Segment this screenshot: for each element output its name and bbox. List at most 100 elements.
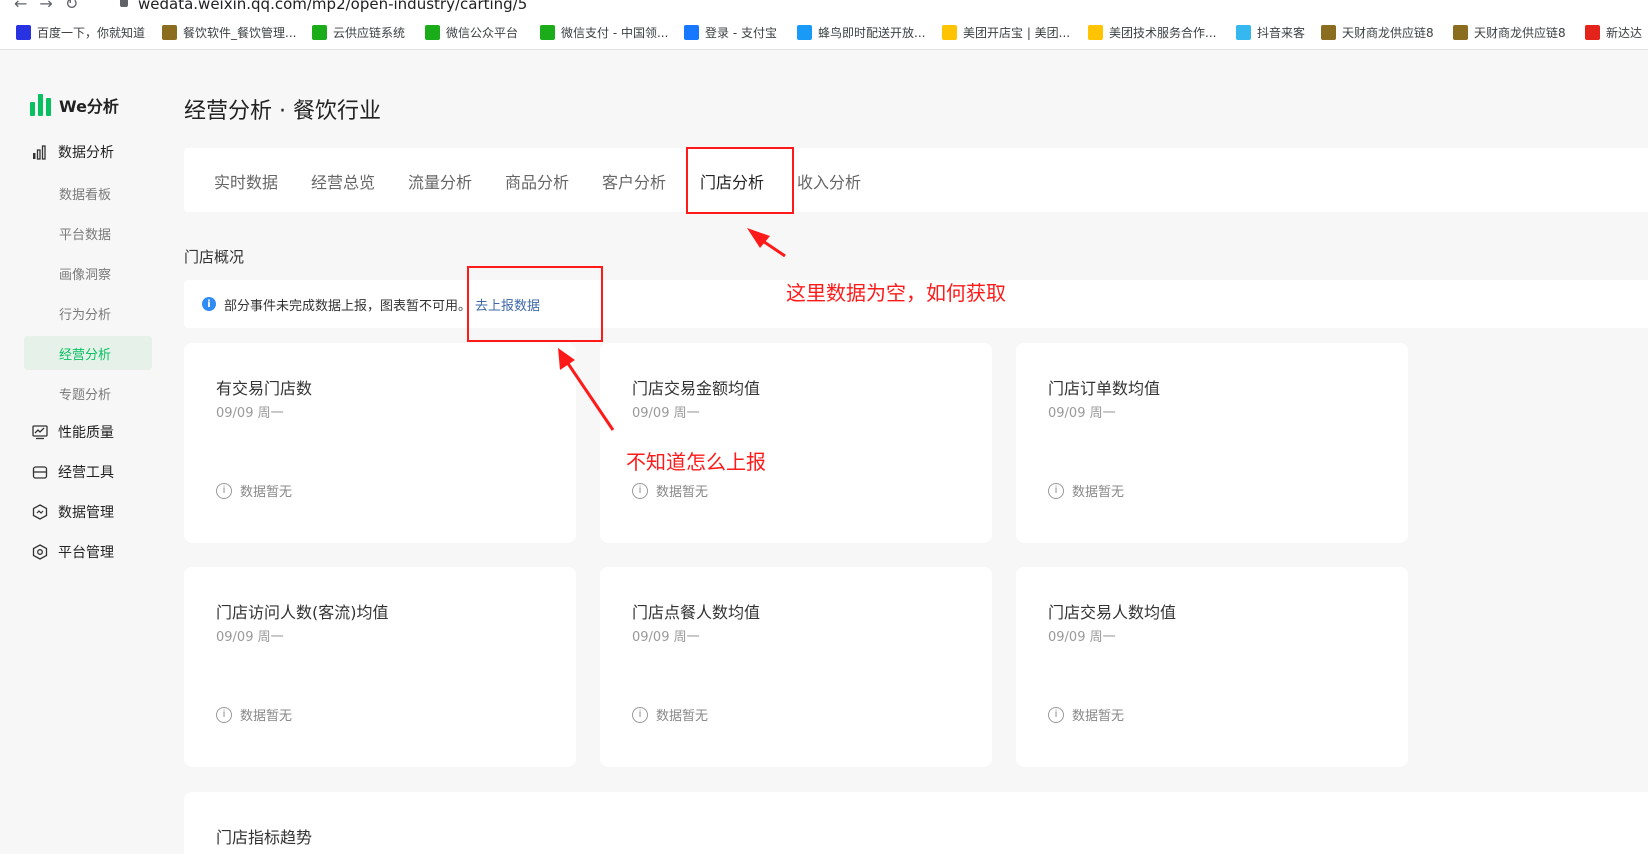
annotation-box-report-link (467, 266, 603, 342)
bookmark-label: 微信支付 - 中国领... (561, 25, 669, 40)
metric-card-date: 09/09 周一 (632, 406, 700, 421)
bookmark-item[interactable]: 餐饮软件_餐饮管理... (162, 23, 296, 41)
metric-card: 有交易门店数 09/09 周一 i 数据暂无 (184, 343, 576, 543)
info-circle-icon: i (632, 482, 648, 499)
browser-nav-icons[interactable]: ←→↻ (14, 0, 90, 13)
trend-card-title: 门店指标趋势 (216, 828, 313, 847)
douyin-icon (1236, 24, 1251, 40)
annotation-report-note: 不知道怎么上报 (626, 450, 766, 474)
annotation-arrow-tab (747, 228, 786, 258)
sidebar-item-data-analysis[interactable]: 数据分析 (24, 135, 152, 169)
tab-bar: 实时数据 经营总览 流量分析 商品分析 客户分析 门店分析 收入分析 (184, 148, 1648, 212)
empty-state: i 数据暂无 (1048, 705, 1124, 724)
sidebar-item-label: 数据分析 (58, 145, 114, 161)
fengniao-icon (797, 24, 812, 40)
bookmark-item[interactable]: 蜂鸟即时配送开放... (797, 23, 925, 41)
bookmark-item[interactable]: 百度一下，你就知道 (16, 23, 145, 41)
metric-card-title: 门店点餐人数均值 (632, 603, 761, 622)
bookmark-label: 餐饮软件_餐饮管理... (183, 25, 297, 40)
empty-state: i 数据暂无 (632, 705, 708, 724)
bookmark-item[interactable]: 天财商龙供应链8 (1453, 23, 1566, 41)
bookmark-item[interactable]: 微信支付 - 中国领... (540, 23, 668, 41)
metric-card-date: 09/09 周一 (1048, 406, 1116, 421)
bookmark-label: 登录 - 支付宝 (705, 25, 777, 40)
we-analysis-logo-icon (30, 94, 51, 116)
bar-chart-icon (32, 144, 48, 160)
metric-card: 门店点餐人数均值 09/09 周一 i 数据暂无 (600, 567, 992, 767)
wechat-icon (425, 24, 440, 40)
bookmark-label: 百度一下，你就知道 (37, 25, 146, 40)
tab-customers[interactable]: 客户分析 (602, 169, 666, 193)
sidebar-subitem-behavior[interactable]: 行为分析 (24, 296, 152, 330)
bookmark-label: 天财商龙供应链8 (1474, 25, 1566, 40)
bookmark-item[interactable]: 抖音来客 (1236, 23, 1305, 41)
metric-card-title: 门店交易人数均值 (1048, 603, 1177, 622)
bookmark-item[interactable]: 美团技术服务合作... (1088, 23, 1216, 41)
bookmark-item[interactable]: 云供应链系统 (312, 23, 405, 41)
empty-state-label: 数据暂无 (240, 709, 293, 724)
wechat-pay-icon (540, 24, 555, 40)
sidebar-subitem-platform-data[interactable]: 平台数据 (24, 216, 152, 250)
bookmark-label: 天财商龙供应链8 (1342, 25, 1434, 40)
tiancai-icon (1321, 24, 1336, 40)
annotation-empty-data-note: 这里数据为空，如何获取 (786, 281, 1006, 305)
metric-card: 门店交易金额均值 09/09 周一 i 数据暂无 (600, 343, 992, 543)
data-hexagon-icon (32, 504, 48, 520)
tiancai-icon (1453, 24, 1468, 40)
metric-card: 门店交易人数均值 09/09 周一 i 数据暂无 (1016, 567, 1408, 767)
metric-card-date: 09/09 周一 (216, 406, 284, 421)
url-text[interactable]: wedata.weixin.qq.com/mp2/open-industry/c… (138, 0, 527, 13)
bookmark-label: 抖音来客 (1257, 25, 1306, 40)
sidebar-item-platform-management[interactable]: 平台管理 (24, 535, 152, 569)
info-circle-icon: i (216, 482, 232, 499)
empty-state: i 数据暂无 (1048, 481, 1124, 500)
tab-overview[interactable]: 经营总览 (311, 169, 375, 193)
sidebar-subitem-portrait[interactable]: 画像洞察 (24, 256, 152, 290)
metric-card-title: 有交易门店数 (216, 379, 313, 398)
info-circle-icon: i (1048, 706, 1064, 723)
tab-traffic[interactable]: 流量分析 (408, 169, 472, 193)
sidebar-item-performance[interactable]: 性能质量 (24, 415, 152, 449)
tab-revenue[interactable]: 收入分析 (797, 169, 861, 193)
bookmark-label: 蜂鸟即时配送开放... (818, 25, 926, 40)
info-circle-icon: i (632, 706, 648, 723)
cloud-icon (312, 24, 327, 40)
lock-icon (120, 0, 128, 7)
meituan-icon (942, 24, 957, 40)
metric-card-title: 门店交易金额均值 (632, 379, 761, 398)
bookmark-item[interactable]: 微信公众平台 (425, 23, 518, 41)
address-bar: ←→↻ wedata.weixin.qq.com/mp2/open-indust… (0, 0, 1648, 14)
metric-card-date: 09/09 周一 (1048, 630, 1116, 645)
empty-state-label: 数据暂无 (1072, 709, 1125, 724)
tab-products[interactable]: 商品分析 (505, 169, 569, 193)
sidebar-item-business-tools[interactable]: 经营工具 (24, 455, 152, 489)
bookmark-item[interactable]: 登录 - 支付宝 (684, 23, 777, 41)
dada-icon (1585, 24, 1600, 40)
sidebar-item-label: 数据管理 (58, 505, 114, 521)
bookmark-label: 新达达 (1606, 25, 1643, 40)
metric-card-date: 09/09 周一 (632, 630, 700, 645)
bookmark-item[interactable]: 新达达 (1585, 23, 1642, 41)
tab-realtime[interactable]: 实时数据 (214, 169, 278, 193)
sidebar-subitem-topic[interactable]: 专题分析 (24, 376, 152, 410)
metric-card-title: 门店访问人数(客流)均值 (216, 603, 389, 622)
empty-state: i 数据暂无 (216, 705, 292, 724)
empty-state-label: 数据暂无 (656, 709, 709, 724)
metric-card-title: 门店订单数均值 (1048, 379, 1161, 398)
bookmark-item[interactable]: 美团开店宝 | 美团... (942, 23, 1070, 41)
app-logo-name: We分析 (59, 97, 119, 116)
bookmark-label: 云供应链系统 (333, 25, 406, 40)
page-title: 经营分析 · 餐饮行业 (184, 99, 381, 124)
bookmark-item[interactable]: 天财商龙供应链8 (1321, 23, 1434, 41)
app-logo[interactable]: We分析 (30, 93, 119, 117)
info-circle-icon: i (216, 706, 232, 723)
sidebar: We分析 数据分析 数据看板 平台数据 画像洞察 行为分析 经营分析 专题分析 … (0, 51, 160, 854)
notice-text: 部分事件未完成数据上报，图表暂不可用。 (224, 298, 472, 314)
store-trend-card: 门店指标趋势 (184, 792, 1648, 854)
sidebar-subitem-dashboard[interactable]: 数据看板 (24, 176, 152, 210)
sidebar-subitem-business[interactable]: 经营分析 (24, 336, 152, 370)
annotation-box-store-tab (686, 147, 794, 214)
toolbox-icon (32, 464, 48, 480)
sidebar-item-data-management[interactable]: 数据管理 (24, 495, 152, 529)
info-circle-icon: i (1048, 482, 1064, 499)
